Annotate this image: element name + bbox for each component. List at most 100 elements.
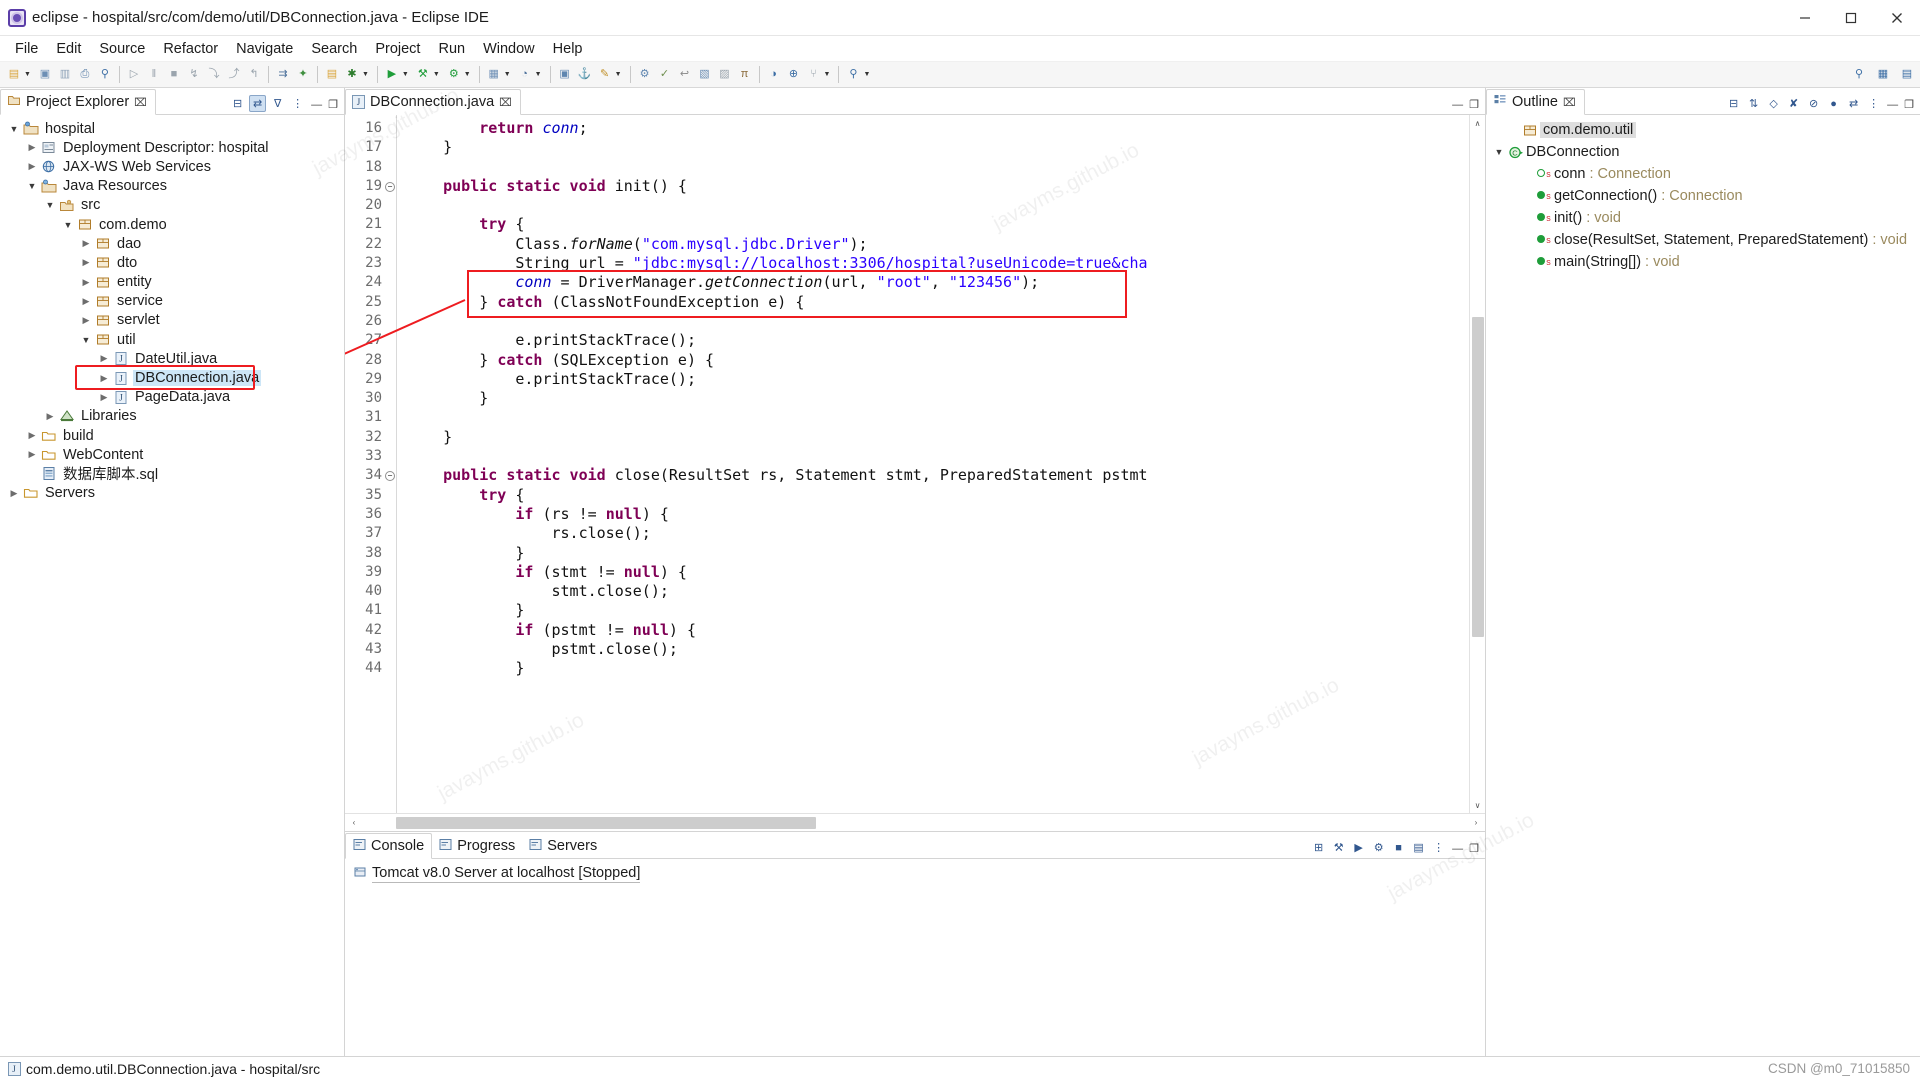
tree-item[interactable]: ▼Java Resources	[0, 177, 344, 196]
editor-horizontal-scrollbar[interactable]: ‹ ›	[345, 813, 1485, 831]
minimize-icon[interactable]: —	[1887, 100, 1898, 111]
new-server-icon[interactable]: ⊞	[1310, 839, 1327, 856]
disconnect-button[interactable]: ↯	[184, 62, 204, 87]
tree-item[interactable]: ▶WebContent	[0, 445, 344, 464]
tree-item[interactable]: ▼src	[0, 196, 344, 215]
maximize-button[interactable]	[1828, 0, 1874, 36]
tree-item[interactable]: ▶JDateUtil.java	[0, 349, 344, 368]
new-java-class-button[interactable]: ▤	[322, 62, 342, 87]
start-server-icon[interactable]: ▶	[1350, 839, 1367, 856]
console-body[interactable]: Tomcat v8.0 Server at localhost [Stopped…	[345, 859, 1485, 1056]
tab-servers[interactable]: Servers	[522, 833, 604, 859]
tree-item[interactable]: ▶servlet	[0, 311, 344, 330]
hscroll-thumb[interactable]	[396, 817, 816, 829]
view-filter-icon[interactable]: ∇	[269, 95, 286, 112]
close-icon[interactable]: ⌧	[499, 96, 512, 109]
close-icon[interactable]: ⌧	[134, 96, 147, 109]
previous-annotation-button[interactable]: ⚙	[635, 62, 655, 87]
toggle-mark-button[interactable]: ✎▼	[595, 62, 626, 87]
tree-item[interactable]: ▼com.demo	[0, 215, 344, 234]
chevron-down-icon[interactable]: ▼	[60, 220, 76, 230]
chevron-down-icon[interactable]: ▼	[401, 71, 412, 78]
focus-icon[interactable]: ●	[1825, 95, 1842, 112]
open-perspective-right-icon[interactable]: ▦	[1874, 66, 1892, 84]
run-button[interactable]: ▶▼	[382, 62, 413, 87]
chevron-right-icon[interactable]: ▶	[6, 488, 22, 499]
chevron-down-icon[interactable]: ▼	[24, 181, 40, 191]
outline-item[interactable]: sinit() : void	[1486, 207, 1920, 229]
print-button[interactable]: ⎙	[75, 62, 95, 87]
maximize-icon[interactable]: ❐	[1904, 100, 1914, 111]
maximize-icon[interactable]: ❐	[328, 100, 338, 111]
hscroll-track[interactable]	[363, 817, 1467, 829]
web-browser-button[interactable]: ◑	[764, 62, 784, 87]
code-area[interactable]: 16171819−202122232425262728293031323334−…	[345, 115, 1485, 813]
chevron-right-icon[interactable]: ▶	[96, 353, 112, 364]
hide-fields-icon[interactable]: ◇	[1765, 95, 1782, 112]
scroll-right-icon[interactable]: ›	[1467, 814, 1485, 831]
menu-file[interactable]: File	[6, 39, 47, 59]
open-perspective-button[interactable]: ▣	[555, 62, 575, 87]
chevron-down-icon[interactable]: ▼	[823, 71, 834, 78]
chevron-down-icon[interactable]: ▼	[6, 124, 22, 134]
chevron-right-icon[interactable]: ▶	[78, 257, 94, 268]
tree-item[interactable]: ▼hospital	[0, 119, 344, 138]
tab-outline[interactable]: Outline ⌧	[1486, 89, 1585, 115]
chevron-right-icon[interactable]: ▶	[24, 161, 40, 172]
outline-item[interactable]: sgetConnection() : Connection	[1486, 185, 1920, 207]
maximize-icon[interactable]: ❐	[1469, 844, 1479, 855]
menu-navigate[interactable]: Navigate	[227, 39, 302, 59]
tree-item[interactable]: ▶Servers	[0, 484, 344, 503]
search-button[interactable]: ⚲	[95, 62, 115, 87]
project-tree[interactable]: ▼hospital▶Deployment Descriptor: hospita…	[0, 115, 344, 1056]
step-over-button[interactable]: ⤴	[224, 62, 244, 87]
new-server-button[interactable]: ▦▼	[484, 62, 515, 87]
tree-item[interactable]: ▶entity	[0, 273, 344, 292]
menu-search[interactable]: Search	[302, 39, 366, 59]
tree-item[interactable]: ▶service	[0, 292, 344, 311]
tree-item[interactable]: ▶JAX-WS Web Services	[0, 157, 344, 176]
view-menu-icon[interactable]: ⋮	[289, 95, 306, 112]
save-all-button[interactable]: ▥	[55, 62, 75, 87]
hide-nonpublic-icon[interactable]: ⊘	[1805, 95, 1822, 112]
menu-project[interactable]: Project	[366, 39, 429, 59]
close-button[interactable]	[1874, 0, 1920, 36]
server-list-item[interactable]: Tomcat v8.0 Server at localhost [Stopped…	[353, 865, 1477, 883]
menu-help[interactable]: Help	[544, 39, 592, 59]
minimize-icon[interactable]: —	[1452, 844, 1463, 855]
stop-server-icon[interactable]: ■	[1390, 839, 1407, 856]
close-icon[interactable]: ⌧	[1563, 96, 1576, 109]
menu-edit[interactable]: Edit	[47, 39, 90, 59]
quick-access-search-icon[interactable]: ⚲	[1850, 66, 1868, 84]
forward-button[interactable]: ▨	[715, 62, 735, 87]
chevron-right-icon[interactable]: ▶	[78, 315, 94, 326]
chevron-down-icon[interactable]: ▼	[361, 71, 372, 78]
pause-button[interactable]: ‖	[144, 62, 164, 87]
chevron-down-icon[interactable]: ▼	[862, 71, 873, 78]
mark-occurrences-button[interactable]: ⑂▼	[804, 62, 835, 87]
hide-static-icon[interactable]: ✘	[1785, 95, 1802, 112]
tree-item[interactable]: ▶JPageData.java	[0, 388, 344, 407]
outline-item[interactable]: ▼CDBConnection	[1486, 141, 1920, 163]
minimize-button[interactable]	[1782, 0, 1828, 36]
chevron-down-icon[interactable]: ▼	[23, 71, 34, 78]
new-java-project-button[interactable]: ✦	[293, 62, 313, 87]
chevron-right-icon[interactable]: ▶	[96, 373, 112, 384]
terminate-button[interactable]: ■	[164, 62, 184, 87]
collapse-all-icon[interactable]: ⊟	[229, 95, 246, 112]
scroll-up-icon[interactable]: ∧	[1470, 115, 1486, 131]
chevron-right-icon[interactable]: ▶	[78, 277, 94, 288]
chevron-right-icon[interactable]: ▶	[24, 430, 40, 441]
pin-editor-button[interactable]: ⚓	[575, 62, 595, 87]
chevron-right-icon[interactable]: ▶	[24, 142, 40, 153]
run-last-tool-button[interactable]: ▷	[124, 62, 144, 87]
step-return-button[interactable]: ↰	[244, 62, 264, 87]
view-menu-icon[interactable]: ⋮	[1430, 839, 1447, 856]
tree-item[interactable]: ▶dto	[0, 253, 344, 272]
scroll-down-icon[interactable]: ∨	[1470, 797, 1486, 813]
fold-toggle-icon[interactable]: −	[385, 471, 395, 481]
chevron-right-icon[interactable]: ▶	[42, 411, 58, 422]
tree-item[interactable]: ▶build	[0, 426, 344, 445]
outline-item[interactable]: smain(String[]) : void	[1486, 251, 1920, 273]
chevron-right-icon[interactable]: ▶	[24, 449, 40, 460]
